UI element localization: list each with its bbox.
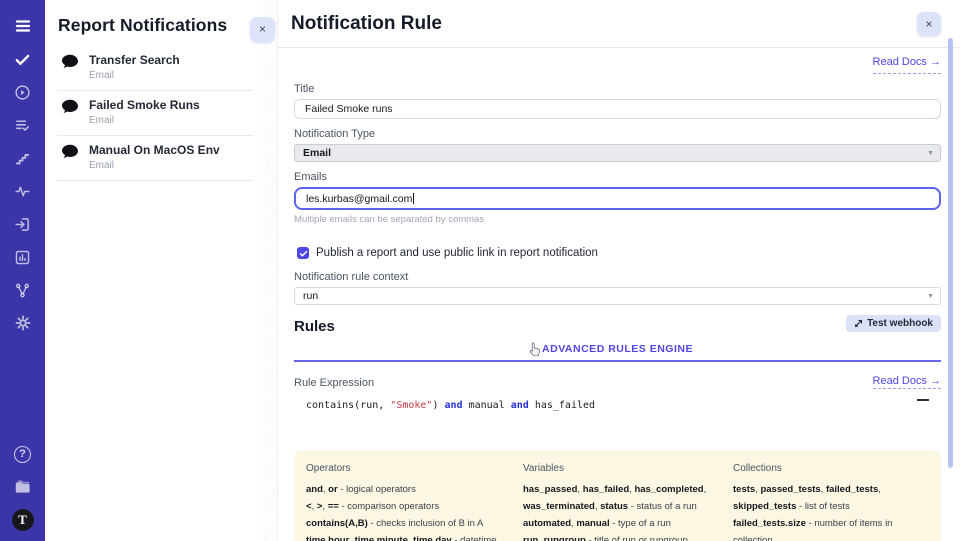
- emails-label: Emails: [294, 171, 941, 183]
- rule-expression-label: Rule Expression: [294, 377, 374, 389]
- help-entry: run, rungroup - title of run or rungroup: [523, 533, 719, 541]
- expression-help-panel: Operators and, or - logical operators<, >…: [294, 450, 941, 541]
- help-column-variables: Variables has_passed, has_failed, has_com…: [523, 463, 719, 541]
- help-column-collections: Collections tests, passed_tests, failed_t…: [733, 463, 927, 541]
- code-segment-keyword: and: [445, 400, 463, 411]
- help-column-heading: Variables: [523, 463, 719, 474]
- notification-title: Failed Smoke Runs: [89, 98, 200, 112]
- chat-bubble-icon: [61, 144, 79, 160]
- notification-type: Email: [89, 115, 200, 126]
- analytics-icon[interactable]: [11, 245, 35, 269]
- publish-report-checkbox-row[interactable]: Publish a report and use public link in …: [297, 247, 941, 259]
- activity-icon[interactable]: [11, 179, 35, 203]
- chat-bubble-icon: [61, 54, 79, 70]
- code-segment-default: manual: [463, 400, 511, 411]
- help-entry: has_passed, has_failed, has_completed, w…: [523, 482, 719, 516]
- play-circle-icon[interactable]: [11, 80, 35, 104]
- notification-list-item[interactable]: Failed Smoke Runs Email: [57, 91, 253, 136]
- help-entry: <, >, == - comparison operators: [306, 499, 509, 516]
- notification-list-item[interactable]: Transfer Search Email: [57, 46, 253, 91]
- read-docs-link-top[interactable]: Read Docs →: [873, 56, 941, 74]
- menu-icon[interactable]: [11, 14, 35, 38]
- check-icon[interactable]: [11, 47, 35, 71]
- chevron-down-icon: ▼: [927, 150, 934, 157]
- rules-heading: Rules: [294, 318, 335, 335]
- chevron-down-icon: ▼: [927, 293, 934, 300]
- notification-rule-panel: Notification Rule Read Docs → Title Fail…: [277, 0, 960, 541]
- help-entry: automated, manual - type of a run: [523, 516, 719, 533]
- branch-icon[interactable]: [11, 278, 35, 302]
- left-panel-close-button[interactable]: ×: [250, 17, 275, 42]
- help-column-heading: Operators: [306, 463, 509, 474]
- vertical-scrollbar[interactable]: [948, 38, 953, 468]
- help-column-operators: Operators and, or - logical operators<, >…: [306, 463, 509, 541]
- rule-expression-editor[interactable]: contains(run, "Smoke") and manual and ha…: [294, 396, 941, 448]
- report-notifications-panel: Report Notifications Transfer Search Emai…: [45, 0, 263, 541]
- publish-report-checkbox-label: Publish a report and use public link in …: [316, 247, 598, 259]
- notification-title: Manual On MacOS Env: [89, 143, 220, 157]
- help-entry: contains(A,B) - checks inclusion of B in…: [306, 516, 509, 533]
- notification-type: Email: [89, 70, 180, 81]
- code-segment-default: has_failed: [529, 400, 595, 411]
- notification-type-select[interactable]: Email ▼: [294, 144, 941, 162]
- projects-icon[interactable]: [11, 475, 35, 499]
- code-segment-keyword: and: [511, 400, 529, 411]
- logo-t[interactable]: T: [11, 508, 35, 532]
- sign-in-icon[interactable]: [11, 212, 35, 236]
- code-segment-default: ): [432, 400, 444, 411]
- page-title: Notification Rule: [291, 13, 442, 35]
- help-icon[interactable]: ?: [11, 442, 35, 466]
- editor-collapse-handle[interactable]: [917, 399, 929, 401]
- emails-input[interactable]: les.kurbas@gmail.com: [294, 187, 941, 210]
- rule-context-select[interactable]: run ▼: [294, 287, 941, 305]
- report-notifications-title: Report Notifications: [45, 0, 263, 42]
- webhook-icon: [854, 319, 863, 328]
- test-webhook-button[interactable]: Test webhook: [846, 315, 941, 332]
- help-entry: failed_tests.size - number of items in c…: [733, 516, 927, 541]
- app-sidebar: ? T: [0, 0, 45, 541]
- notification-type-label: Notification Type: [294, 128, 941, 140]
- rules-tab-bar: ADVANCED RULES ENGINE: [294, 337, 941, 362]
- mouse-hand-cursor: [528, 341, 541, 361]
- help-entry: time.hour, time.minute, time.day - datet…: [306, 533, 509, 541]
- chat-bubble-icon: [61, 99, 79, 115]
- title-input[interactable]: Failed Smoke runs: [294, 99, 941, 119]
- notification-list-item[interactable]: Manual On MacOS Env Email: [57, 136, 253, 181]
- checklist-icon[interactable]: [11, 113, 35, 137]
- steps-icon[interactable]: [11, 146, 35, 170]
- code-segment-string: "Smoke": [390, 400, 432, 411]
- help-entry: and, or - logical operators: [306, 482, 509, 499]
- notification-title: Transfer Search: [89, 53, 180, 67]
- rule-context-label: Notification rule context: [294, 271, 941, 283]
- help-column-heading: Collections: [733, 463, 927, 474]
- text-caret: [413, 193, 414, 204]
- code-segment-default: contains(run,: [306, 400, 390, 411]
- notification-type: Email: [89, 160, 220, 171]
- notification-rule-header: Notification Rule: [278, 0, 960, 48]
- publish-report-checkbox[interactable]: [297, 247, 309, 259]
- notification-list: Transfer Search Email Failed Smoke Runs Ema…: [45, 42, 263, 181]
- title-label: Title: [294, 83, 941, 95]
- help-entry: tests, passed_tests, failed_tests, skipp…: [733, 482, 927, 516]
- read-docs-link-rules[interactable]: Read Docs →: [873, 375, 941, 389]
- emails-hint: Multiple emails can be separated by comm…: [294, 214, 941, 225]
- rule-expression-code[interactable]: contains(run, "Smoke") and manual and ha…: [294, 396, 941, 411]
- settings-icon[interactable]: [11, 311, 35, 335]
- tab-advanced-rules-engine[interactable]: ADVANCED RULES ENGINE: [542, 343, 693, 355]
- notification-rule-close-button[interactable]: ×: [917, 12, 941, 36]
